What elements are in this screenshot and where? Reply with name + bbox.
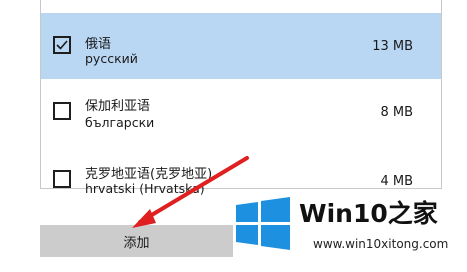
watermark-brand: Win10之家 bbox=[299, 199, 438, 228]
watermark: Win10之家 www.win10xitong.com bbox=[233, 180, 467, 272]
windows-logo-icon bbox=[236, 197, 290, 250]
watermark-url: www.win10xitong.com bbox=[313, 237, 449, 251]
